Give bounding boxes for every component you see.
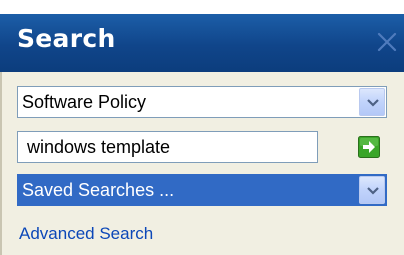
saved-searches-select[interactable]: Saved Searches ... xyxy=(17,174,387,206)
saved-searches-dropdown-button[interactable] xyxy=(359,176,385,204)
search-panel: Search Software Policy Saved Searches ..… xyxy=(0,0,404,255)
saved-searches-select-value: Saved Searches ... xyxy=(22,180,175,200)
chevron-down-icon xyxy=(367,187,379,195)
scope-select-dropdown-button[interactable] xyxy=(359,88,385,116)
close-icon[interactable] xyxy=(375,30,399,54)
search-panel-header: Search xyxy=(0,14,404,72)
green-arrow-right-icon xyxy=(358,136,380,158)
search-query-input[interactable] xyxy=(17,131,318,163)
chevron-down-icon xyxy=(367,99,379,107)
panel-title: Search xyxy=(17,24,116,53)
scope-select-value: Software Policy xyxy=(22,92,147,112)
advanced-search-link[interactable]: Advanced Search xyxy=(19,224,153,244)
scope-select[interactable]: Software Policy xyxy=(17,86,387,118)
go-button[interactable] xyxy=(358,136,380,158)
